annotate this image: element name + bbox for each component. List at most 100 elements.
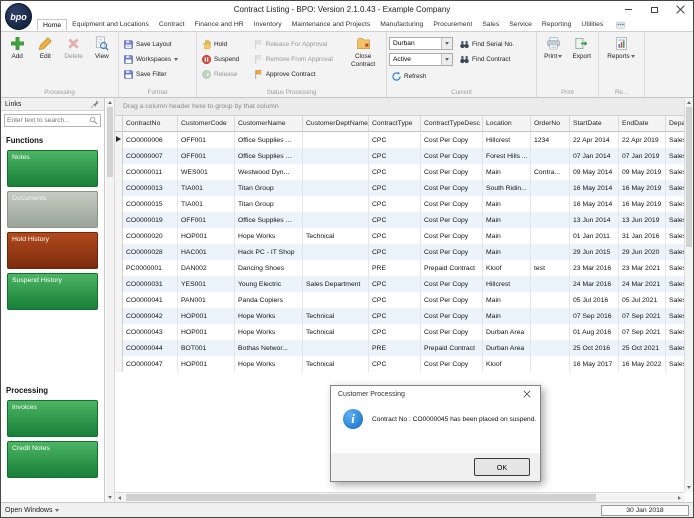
grid-cell: CPC: [369, 164, 421, 180]
dialog-close-button[interactable]: [514, 386, 540, 402]
maximize-button[interactable]: [641, 1, 667, 18]
grid-row-CO0000031[interactable]: CO0000031YES001Young ElectricSales Depar…: [115, 276, 686, 292]
grid-row-CO0000013[interactable]: CO0000013TIA001Titan GroupCPCCost Per Co…: [115, 180, 686, 196]
sidebar-button-documents[interactable]: Documents: [7, 191, 98, 228]
column-header-orderno[interactable]: OrderNo: [531, 116, 570, 132]
grid-horizontal-scrollbar[interactable]: [115, 492, 684, 502]
pin-icon[interactable]: [90, 99, 100, 109]
sidebar-button-hold-history[interactable]: Hold History: [7, 232, 98, 269]
scroll-left-icon[interactable]: [118, 496, 121, 500]
grid-cell: Office Supplies ...: [235, 212, 303, 228]
scroll-right-icon[interactable]: [678, 496, 681, 500]
find-serial-button[interactable]: Find Serial No.: [457, 37, 516, 52]
tab-procurement[interactable]: Procurement: [428, 19, 477, 31]
search-input[interactable]: [7, 117, 89, 124]
grid-row-CO0000006[interactable]: CO0000006OFF001Office Supplies ...CPCCos…: [115, 132, 686, 148]
grid-cell: Cost Per Copy: [421, 132, 483, 148]
save-filter-button[interactable]: Save Filter: [121, 67, 194, 82]
tab-sales[interactable]: Sales: [477, 19, 504, 31]
tab-finance-and-hr[interactable]: Finance and HR: [190, 19, 249, 31]
grid-row-CO0000015[interactable]: CO0000015TIA001Titan GroupCPCCost Per Co…: [115, 196, 686, 212]
grid-cell: 07 Sep 2021: [619, 324, 666, 340]
tab-inventory[interactable]: Inventory: [249, 19, 287, 31]
print-button[interactable]: Print: [539, 34, 568, 87]
column-header-contracttype[interactable]: ContractType: [369, 116, 421, 132]
close-button[interactable]: [667, 1, 693, 18]
column-header-contractno[interactable]: ContractNo: [123, 116, 178, 132]
grid-row-CO0000044[interactable]: CO0000044BOT001Bothas Networ...PREPrepai…: [115, 340, 686, 356]
sidebar-button-suspend-history[interactable]: Suspend History: [7, 273, 98, 310]
grid-cell: Durban Area: [483, 340, 531, 356]
grid-row-CO0000028[interactable]: CO0000028HAC001Hack PC - IT ShopCPCCost …: [115, 244, 686, 260]
find-contract-button[interactable]: Find Contract: [457, 52, 516, 67]
minimize-button[interactable]: [615, 1, 641, 18]
delete-button[interactable]: Delete: [60, 34, 88, 87]
skin-selector-icon[interactable]: [613, 19, 628, 31]
column-header-startdate[interactable]: StartDate: [570, 116, 619, 132]
scroll-up-icon[interactable]: [687, 101, 691, 104]
scrollbar-thumb[interactable]: [107, 107, 113, 177]
grid-row-CO0000019[interactable]: CO0000019OFF001Office Supplies ...CPCCos…: [115, 212, 686, 228]
remove-from-approval-button[interactable]: Remove From Approval: [251, 52, 343, 67]
tab-reporting[interactable]: Reporting: [537, 19, 576, 31]
grid-cell: Westwood Dyn...: [235, 164, 303, 180]
column-header-depar[interactable]: Depar...: [666, 116, 686, 132]
row-indicator: [115, 180, 123, 196]
column-header-location[interactable]: Location: [483, 116, 531, 132]
sidebar-scrollbar[interactable]: [106, 98, 115, 502]
links-panel: Links FunctionsNotesDocumentsHold Histor…: [1, 98, 105, 502]
column-header-enddate[interactable]: EndDate: [619, 116, 666, 132]
suspend-button[interactable]: Suspend: [199, 52, 251, 67]
column-header-customername[interactable]: CustomerName: [235, 116, 303, 132]
chevron-down-icon[interactable]: [441, 54, 452, 65]
chevron-down-icon[interactable]: [441, 38, 452, 49]
tab-contract[interactable]: Contract: [154, 19, 190, 31]
refresh-button[interactable]: Refresh: [389, 69, 457, 84]
release-button[interactable]: Release: [199, 67, 251, 82]
column-header-contracttypedesc[interactable]: ContractTypeDesc: [421, 116, 483, 132]
ok-button[interactable]: OK: [474, 458, 530, 476]
scroll-down-icon[interactable]: [108, 496, 112, 499]
grid-row-CO0000042[interactable]: CO0000042HOP001Hope WorksTechnicalCPCCos…: [115, 308, 686, 324]
grid-row-CO0000011[interactable]: CO0000011WES001Westwood Dyn...CPCCost Pe…: [115, 164, 686, 180]
scroll-up-icon[interactable]: [108, 101, 112, 104]
edit-button[interactable]: Edit: [31, 34, 59, 87]
grid-row-CO0000020[interactable]: CO0000020HOP001Hope WorksTechnicalCPCCos…: [115, 228, 686, 244]
grid-row-CO0000041[interactable]: CO0000041PAN001Panda CopiersCPCCost Per …: [115, 292, 686, 308]
tab-maintenance-and-projects[interactable]: Maintenance and Projects: [287, 19, 376, 31]
release-for-approval-button[interactable]: Release For Approval: [251, 37, 343, 52]
sidebar-button-notes[interactable]: Notes: [7, 150, 98, 187]
tab-manufacturing[interactable]: Manufacturing: [375, 19, 428, 31]
column-header-customercode[interactable]: CustomerCode: [178, 116, 235, 132]
branch-combobox[interactable]: Durban: [389, 37, 453, 50]
search-icon[interactable]: [89, 116, 98, 125]
grid-vertical-scrollbar[interactable]: [684, 98, 693, 492]
tab-utilities[interactable]: Utilities: [576, 19, 608, 31]
scrollbar-thumb[interactable]: [126, 494, 596, 501]
column-header-customerdeptname[interactable]: CustomerDeptName: [303, 116, 369, 132]
grid-row-CO0000007[interactable]: CO0000007OFF001Office Supplies ...CPCCos…: [115, 148, 686, 164]
tab-equipment-and-locations[interactable]: Equipment and Locations: [67, 19, 154, 31]
tab-home[interactable]: Home: [37, 19, 67, 31]
status-combobox[interactable]: Active: [389, 53, 453, 66]
grid-cell: TIA001: [178, 180, 235, 196]
group-by-panel[interactable]: Drag a column header here to group by th…: [115, 98, 693, 116]
sidebar-button-credit-notes[interactable]: Credit Notes: [7, 441, 98, 478]
workspaces-button[interactable]: Workspaces: [121, 52, 194, 67]
export-button[interactable]: Export: [568, 34, 597, 87]
view-button[interactable]: View: [88, 34, 116, 87]
scroll-down-icon[interactable]: [687, 486, 691, 489]
close-contract-button[interactable]: Close Contract: [342, 34, 384, 87]
add-button[interactable]: Add: [3, 34, 31, 87]
save-layout-button[interactable]: Save Layout: [121, 37, 194, 52]
grid-row-PC0000001[interactable]: PC0000001DAN002Dancing ShoesPREPrepaid C…: [115, 260, 686, 276]
approve-contract-button[interactable]: Approve Contract: [251, 67, 343, 82]
reports-button[interactable]: Reports: [601, 34, 641, 87]
open-windows-button[interactable]: Open Windows: [5, 507, 59, 514]
tab-service[interactable]: Service: [504, 19, 537, 31]
sidebar-button-invoices[interactable]: Invoices: [7, 400, 98, 437]
grid-row-CO0000043[interactable]: CO0000043HOP001Hope WorksTechnicalCPCCos…: [115, 324, 686, 340]
grid-row-CO0000047[interactable]: CO0000047HOP001Hope WorksTechnicalCPCCos…: [115, 356, 686, 372]
hold-button[interactable]: Hold: [199, 37, 251, 52]
scrollbar-thumb[interactable]: [686, 107, 692, 247]
